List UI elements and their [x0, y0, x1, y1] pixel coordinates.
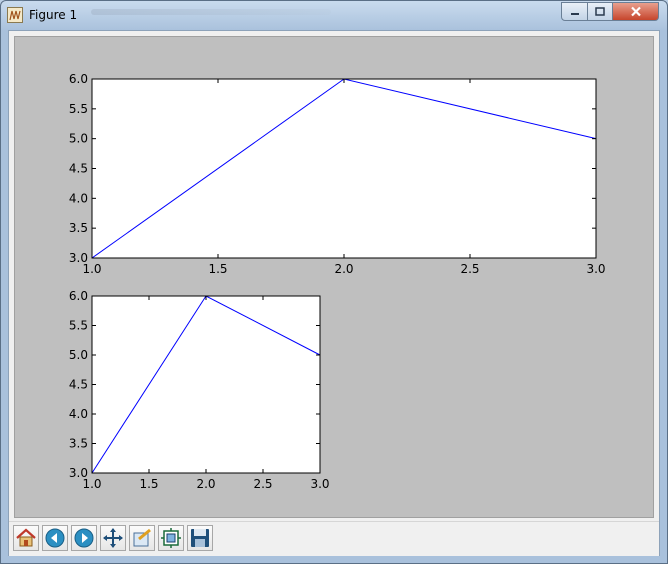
- axes-2-y-tick-label: 3.5: [69, 437, 88, 451]
- figure-window: Figure 1 1.0 1.5 2.0 2.5 3.0 3.0 3.5 4.0 4.5 5.0 5…: [0, 0, 668, 564]
- pan-button[interactable]: [100, 525, 126, 551]
- axes-1-y-tick-label: 5.0: [69, 132, 88, 146]
- home-icon: [16, 528, 36, 547]
- axes-2-x-tick-label: 1.5: [139, 477, 158, 491]
- axes-2-y-tick-label: 5.5: [69, 319, 88, 333]
- axes-1-y-tick-label: 3.0: [69, 251, 88, 265]
- figure-canvas[interactable]: 1.0 1.5 2.0 2.5 3.0 3.0 3.5 4.0 4.5 5.0 5.5 6.0 1.0 1…: [14, 36, 654, 518]
- minimize-icon: [570, 12, 579, 15]
- axes-2-x-tick-label: 3.0: [310, 477, 329, 491]
- title-bar[interactable]: Figure 1: [1, 1, 667, 29]
- matplotlib-figure-icon: [7, 7, 23, 23]
- forward-button[interactable]: [71, 525, 97, 551]
- axes-1-y-tick-label: 5.5: [69, 102, 88, 116]
- close-icon: [630, 6, 641, 17]
- maximize-button[interactable]: [587, 2, 613, 21]
- axes-1-y-tick-label: 4.5: [69, 162, 88, 176]
- save-button[interactable]: [187, 525, 213, 551]
- axes-1-y-tick-label: 4.0: [69, 191, 88, 205]
- back-arrow-icon: [45, 528, 65, 548]
- maximize-icon: [595, 7, 605, 16]
- axes-2-y-tick-label: 6.0: [69, 289, 88, 303]
- axes-1-y-tick-label: 3.5: [69, 221, 88, 235]
- close-button[interactable]: [612, 2, 659, 21]
- floppy-disk-icon: [191, 529, 209, 547]
- navigation-toolbar: [9, 521, 659, 556]
- axes-2-y-tick-label: 5.0: [69, 348, 88, 362]
- home-button[interactable]: [13, 525, 39, 551]
- back-button[interactable]: [42, 525, 68, 551]
- minimize-button[interactable]: [561, 2, 588, 21]
- move-arrows-icon: [103, 528, 123, 548]
- axes-1-y-tick-label: 6.0: [69, 72, 88, 86]
- axes-2-y-tick-label: 4.5: [69, 378, 88, 392]
- axes-2-background: [92, 296, 320, 473]
- zoom-button[interactable]: [129, 525, 155, 551]
- axes-1-x-tick-label: 1.5: [208, 262, 227, 276]
- axes-1-x-tick-label: 2.0: [334, 262, 353, 276]
- subplots-config-icon: [161, 528, 181, 548]
- axes-1-x-tick-label: 3.0: [586, 262, 605, 276]
- window-title: Figure 1: [29, 8, 78, 22]
- axes-1-background: [92, 79, 596, 258]
- title-bar-decoration: [91, 9, 331, 15]
- forward-arrow-icon: [74, 528, 94, 548]
- axes-1-x-tick-label: 2.5: [460, 262, 479, 276]
- zoom-rect-icon: [133, 528, 151, 547]
- configure-subplots-button[interactable]: [158, 525, 184, 551]
- axes-2-x-tick-label: 2.0: [196, 477, 215, 491]
- window-client-area: 1.0 1.5 2.0 2.5 3.0 3.0 3.5 4.0 4.5 5.0 5.5 6.0 1.0 1…: [8, 30, 660, 556]
- axes-2-y-tick-label: 4.0: [69, 407, 88, 421]
- figure-svg: 1.0 1.5 2.0 2.5 3.03.03.54.04.55.05.56.01.0 1…: [69, 72, 606, 491]
- axes-2-x-tick-label: 2.5: [253, 477, 272, 491]
- axes-2-y-tick-label: 3.0: [69, 466, 88, 480]
